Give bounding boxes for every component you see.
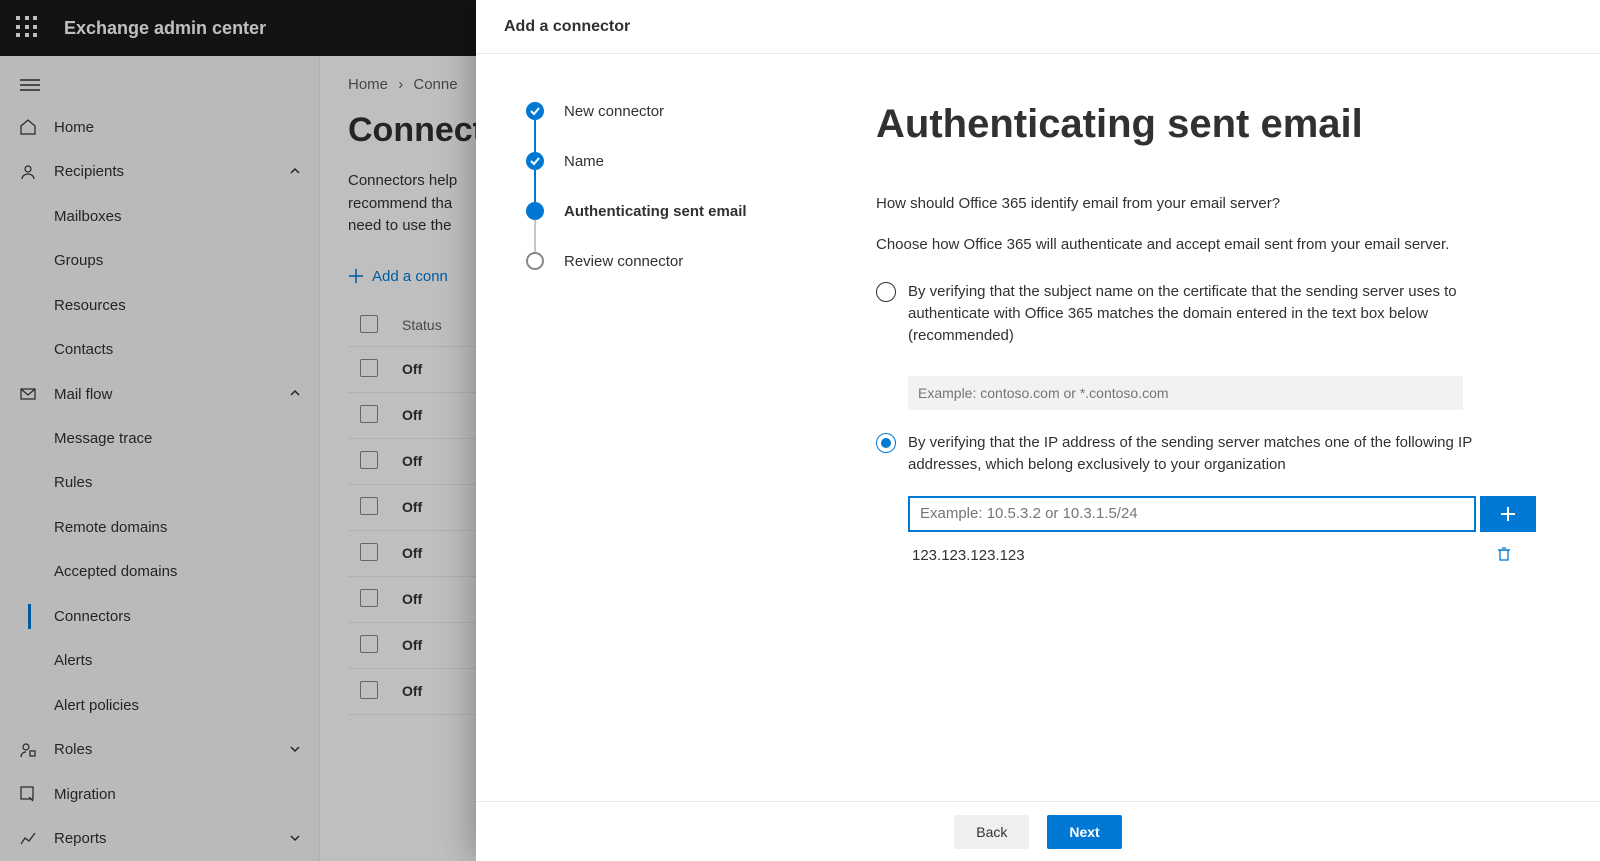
check-icon	[526, 152, 544, 170]
radio-certificate-label: By verifying that the subject name on th…	[908, 281, 1536, 346]
panel-footer: Back Next	[476, 801, 1600, 861]
ip-list-item: 123.123.123.123	[912, 546, 1536, 566]
check-icon	[526, 102, 544, 120]
domain-input[interactable]	[908, 376, 1463, 410]
radio-button-icon	[876, 433, 896, 453]
step-label: Authenticating sent email	[564, 203, 747, 220]
step-review[interactable]: Review connector	[526, 252, 804, 270]
step-label: Review connector	[564, 253, 683, 270]
next-button[interactable]: Next	[1047, 815, 1121, 849]
dot-icon	[526, 202, 544, 220]
add-ip-button[interactable]	[1480, 496, 1536, 532]
panel-header: Add a connector	[476, 0, 1600, 54]
ip-input[interactable]	[908, 496, 1476, 532]
step-name[interactable]: Name	[526, 152, 804, 170]
radio-ip[interactable]: By verifying that the IP address of the …	[876, 432, 1536, 476]
back-button[interactable]: Back	[954, 815, 1029, 849]
radio-button-icon	[876, 282, 896, 302]
circle-icon	[526, 252, 544, 270]
delete-ip-button[interactable]	[1496, 546, 1512, 566]
step-label: Name	[564, 153, 604, 170]
add-connector-panel: Add a connector New connector Name Authe…	[476, 0, 1600, 861]
radio-certificate[interactable]: By verifying that the subject name on th…	[876, 281, 1536, 346]
step-label: New connector	[564, 103, 664, 120]
content-instruction: Choose how Office 365 will authenticate …	[876, 236, 1536, 253]
content-question: How should Office 365 identify email fro…	[876, 195, 1536, 212]
step-authenticating[interactable]: Authenticating sent email	[526, 202, 804, 220]
content-heading: Authenticating sent email	[876, 102, 1536, 147]
panel-title: Add a connector	[504, 18, 630, 36]
wizard-stepper: New connector Name Authenticating sent e…	[476, 54, 836, 801]
panel-content: Authenticating sent email How should Off…	[836, 54, 1600, 801]
plus-icon	[1498, 504, 1518, 524]
trash-icon	[1496, 546, 1512, 562]
ip-value: 123.123.123.123	[912, 547, 1025, 564]
radio-ip-label: By verifying that the IP address of the …	[908, 432, 1536, 476]
step-new-connector[interactable]: New connector	[526, 102, 804, 120]
